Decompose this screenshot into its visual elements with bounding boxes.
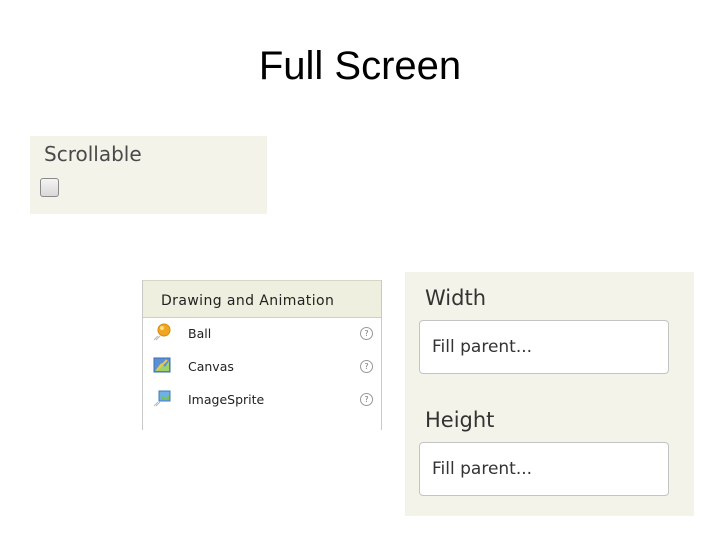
size-properties-panel: Width Fill parent... Height Fill parent.… <box>405 272 694 516</box>
palette-item-ball[interactable]: Ball ? <box>143 318 381 351</box>
help-icon[interactable]: ? <box>360 360 373 373</box>
ball-icon <box>153 323 171 341</box>
imagesprite-icon <box>153 390 171 407</box>
scrollable-label: Scrollable <box>44 142 142 166</box>
help-icon[interactable]: ? <box>360 327 373 340</box>
width-field[interactable]: Fill parent... <box>419 320 669 374</box>
width-label: Width <box>425 286 487 310</box>
canvas-icon <box>153 357 171 373</box>
scrollable-property-panel: Scrollable <box>30 136 267 214</box>
height-field[interactable]: Fill parent... <box>419 442 669 496</box>
palette-header[interactable]: Drawing and Animation <box>143 280 381 318</box>
height-label: Height <box>425 408 495 432</box>
palette-item-label: Ball <box>188 326 212 341</box>
drawing-animation-palette: Drawing and Animation Ball ? Canvas ? Im… <box>142 280 382 430</box>
palette-item-imagesprite[interactable]: ImageSprite ? <box>143 384 381 417</box>
slide-title: Full Screen <box>258 44 462 88</box>
palette-item-label: Canvas <box>188 359 234 374</box>
scrollable-checkbox[interactable] <box>40 178 59 197</box>
help-icon[interactable]: ? <box>360 393 373 406</box>
palette-item-label: ImageSprite <box>188 392 265 407</box>
palette-item-canvas[interactable]: Canvas ? <box>143 351 381 384</box>
